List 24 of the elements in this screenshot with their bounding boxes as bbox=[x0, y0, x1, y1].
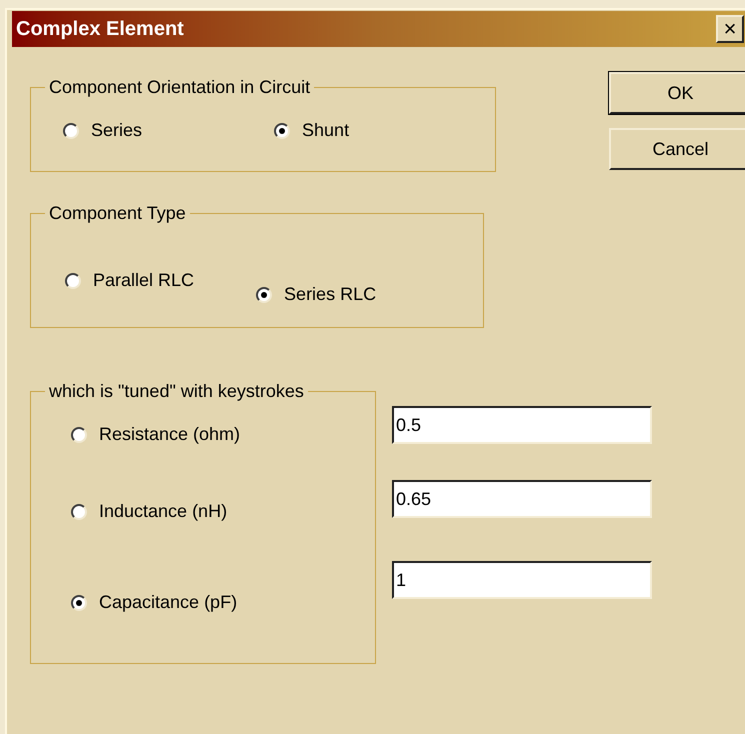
value-field[interactable]: 1 bbox=[392, 561, 652, 599]
radio-label: Capacitance (pF) bbox=[99, 591, 238, 614]
radio-button[interactable] bbox=[71, 594, 87, 610]
radio-label: Resistance (ohm) bbox=[99, 423, 240, 446]
value-field[interactable]: 0.5 bbox=[392, 406, 652, 444]
radio-button[interactable] bbox=[256, 286, 272, 302]
radio-label: Inductance (nH) bbox=[99, 500, 228, 523]
radio-button[interactable] bbox=[274, 122, 290, 138]
group-legend: which is "tuned" with keystrokes bbox=[45, 378, 308, 405]
value-field[interactable]: 0.65 bbox=[392, 480, 652, 518]
radio-label: Shunt bbox=[302, 119, 350, 142]
radio-label: Series bbox=[91, 119, 142, 142]
window-title: Complex Element bbox=[15, 17, 184, 42]
radio-button[interactable] bbox=[65, 272, 81, 288]
radio-button[interactable] bbox=[63, 122, 79, 138]
group-legend: Component Orientation in Circuit bbox=[45, 74, 314, 101]
close-button[interactable]: × bbox=[716, 15, 744, 43]
radio-label: Parallel RLC bbox=[93, 269, 194, 292]
group-legend: Component Type bbox=[45, 200, 190, 227]
radio-button[interactable] bbox=[71, 504, 87, 520]
radio-button[interactable] bbox=[71, 426, 87, 442]
radio-label: Series RLC bbox=[284, 283, 376, 306]
ok-button[interactable]: OK bbox=[609, 72, 745, 114]
cancel-button[interactable]: Cancel bbox=[609, 128, 745, 170]
